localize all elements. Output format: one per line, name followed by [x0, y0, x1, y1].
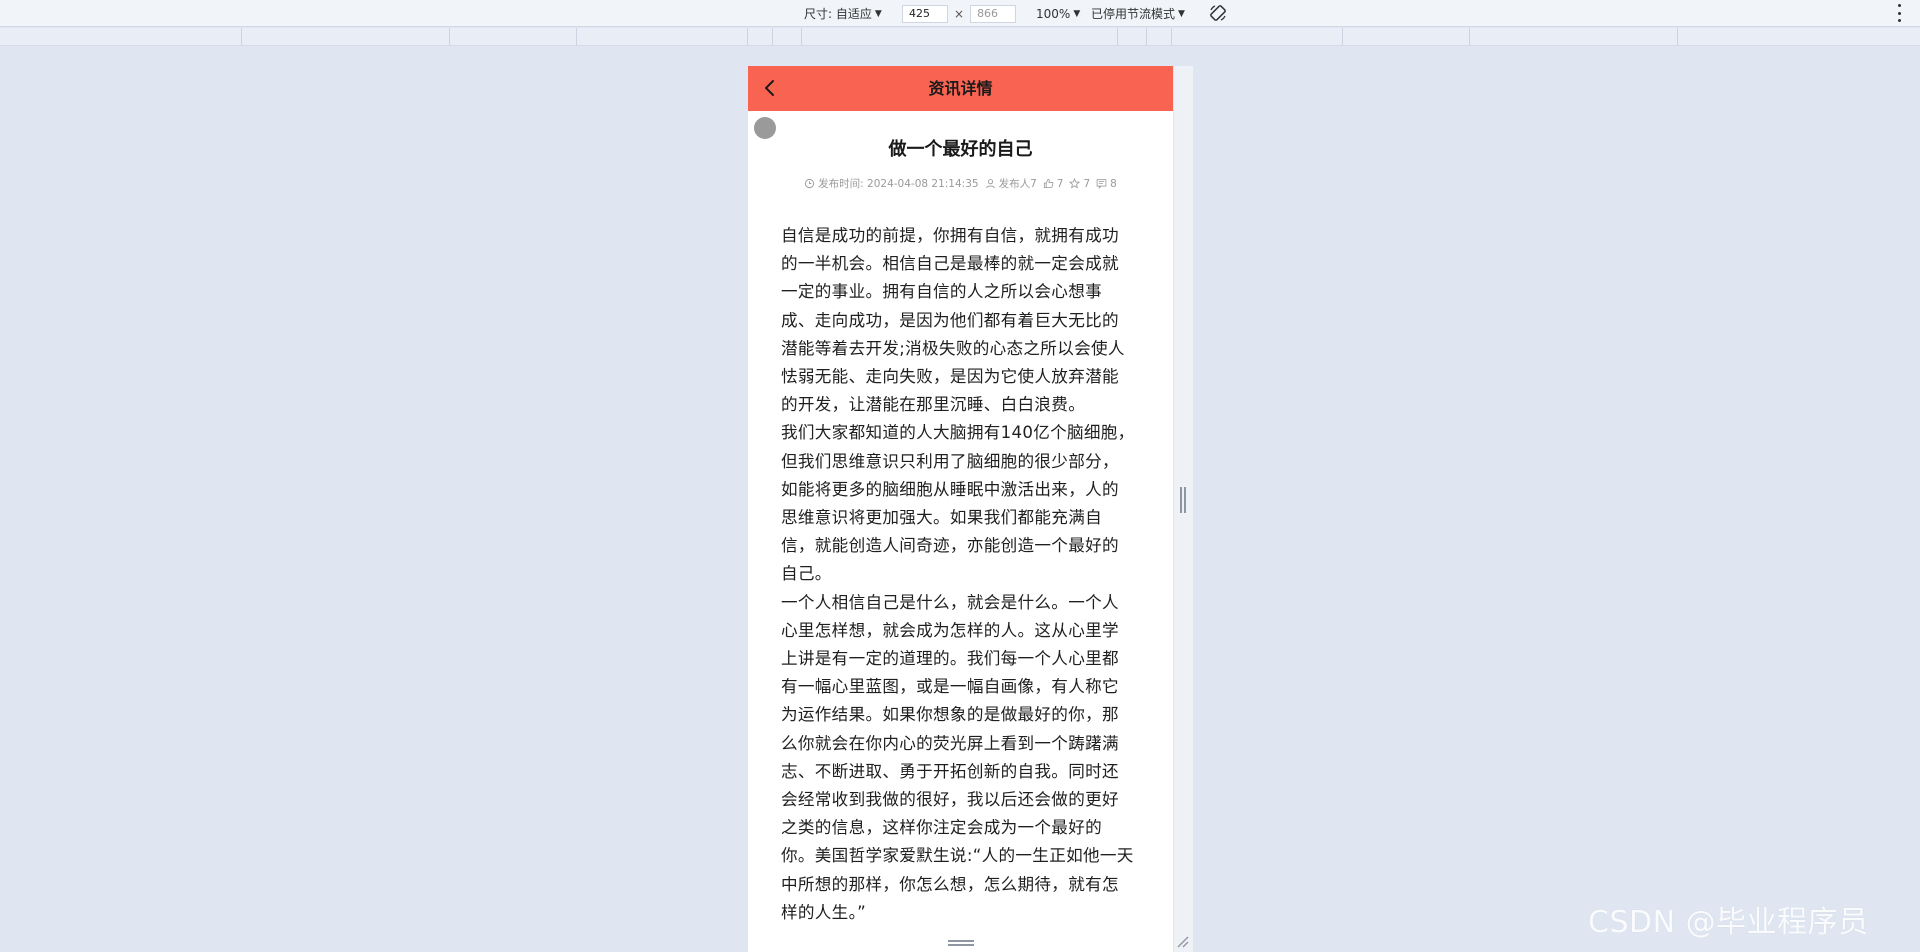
media-query-segment[interactable]	[748, 28, 773, 45]
width-input[interactable]: 425	[902, 4, 948, 23]
article-paragraph: 我们大家都知道的人大脑拥有140亿个脑细胞，但我们思维意识只利用了脑细胞的很少部…	[781, 423, 1135, 584]
devtools-device-toolbar: 尺寸: 自适应 ▼ 425 × 866 100% ▼ 已停用节流模式 ▼	[0, 0, 1920, 27]
media-query-segment[interactable]	[450, 28, 577, 45]
media-query-segment[interactable]	[1678, 28, 1920, 45]
media-query-segment[interactable]	[0, 28, 242, 45]
article-paragraph: 自信是成功的前提，你拥有自信，就拥有成功的一半机会。相信自己是最棒的就一定会成就…	[781, 226, 1125, 415]
caret-down-icon: ▼	[874, 8, 882, 19]
favorite-count: 7	[1083, 177, 1091, 190]
dimensions-label: 尺寸: 自适应	[804, 7, 872, 21]
more-options-icon[interactable]	[1896, 4, 1902, 22]
star-icon[interactable]	[1069, 178, 1081, 189]
thumbs-up-icon[interactable]	[1043, 178, 1054, 189]
times-sign: ×	[954, 6, 965, 21]
page-title: 资讯详情	[928, 79, 993, 98]
watermark: CSDN @毕业程序员	[1588, 905, 1869, 940]
media-query-segment[interactable]	[1147, 28, 1172, 45]
article-meta: 发布时间: 2024-04-08 21:14:35 发布人7 7 7 8	[748, 176, 1173, 191]
article-title: 做一个最好的自己	[888, 139, 1033, 160]
height-input[interactable]: 866	[970, 4, 1017, 23]
corner-resize-grip-icon[interactable]	[1175, 934, 1189, 948]
comment-icon[interactable]	[1096, 178, 1107, 189]
zoom-dropdown[interactable]: 100% ▼	[1036, 0, 1080, 27]
article-paragraph: 一个人相信自己是什么，就会是什么。一个人心里怎样想，就会成为怎样的人。这从心里学…	[781, 592, 1134, 922]
clock-icon	[805, 178, 815, 189]
media-query-segment[interactable]	[773, 28, 802, 45]
media-query-segment[interactable]	[1118, 28, 1147, 45]
media-query-segment[interactable]	[1172, 28, 1343, 45]
publisher: 发布人7	[998, 178, 1037, 190]
height-resize-handle[interactable]	[948, 940, 974, 946]
width-resize-handle[interactable]	[1180, 487, 1186, 513]
caret-down-icon: ▼	[1178, 8, 1185, 19]
throttle-dropdown[interactable]: 已停用节流模式 ▼	[1091, 0, 1185, 27]
app-header: 资讯详情	[748, 66, 1173, 111]
throttle-value: 已停用节流模式	[1091, 7, 1176, 21]
media-query-bar	[0, 28, 1920, 46]
caret-down-icon: ▼	[1073, 8, 1081, 19]
media-query-segment[interactable]	[1470, 28, 1678, 45]
like-count: 7	[1056, 177, 1064, 190]
media-query-segment[interactable]	[242, 28, 450, 45]
article-content: 自信是成功的前提，你拥有自信，就拥有成功的一半机会。相信自己是最棒的就一定会成就…	[781, 222, 1135, 927]
media-query-segment[interactable]	[577, 28, 748, 45]
media-query-segment[interactable]	[802, 28, 1118, 45]
comment-count: 8	[1110, 177, 1117, 190]
dimensions-dropdown[interactable]: 尺寸: 自适应 ▼	[804, 0, 882, 27]
zoom-value: 100%	[1036, 6, 1071, 21]
publish-time: 发布时间: 2024-04-08 21:14:35	[818, 178, 979, 190]
device-viewport: 资讯详情 做一个最好的自己 发布时间: 2024-04-08 21:14:35 …	[748, 66, 1173, 952]
rotate-icon[interactable]	[1208, 3, 1228, 23]
user-icon	[985, 179, 995, 189]
media-query-segment[interactable]	[1343, 28, 1470, 45]
